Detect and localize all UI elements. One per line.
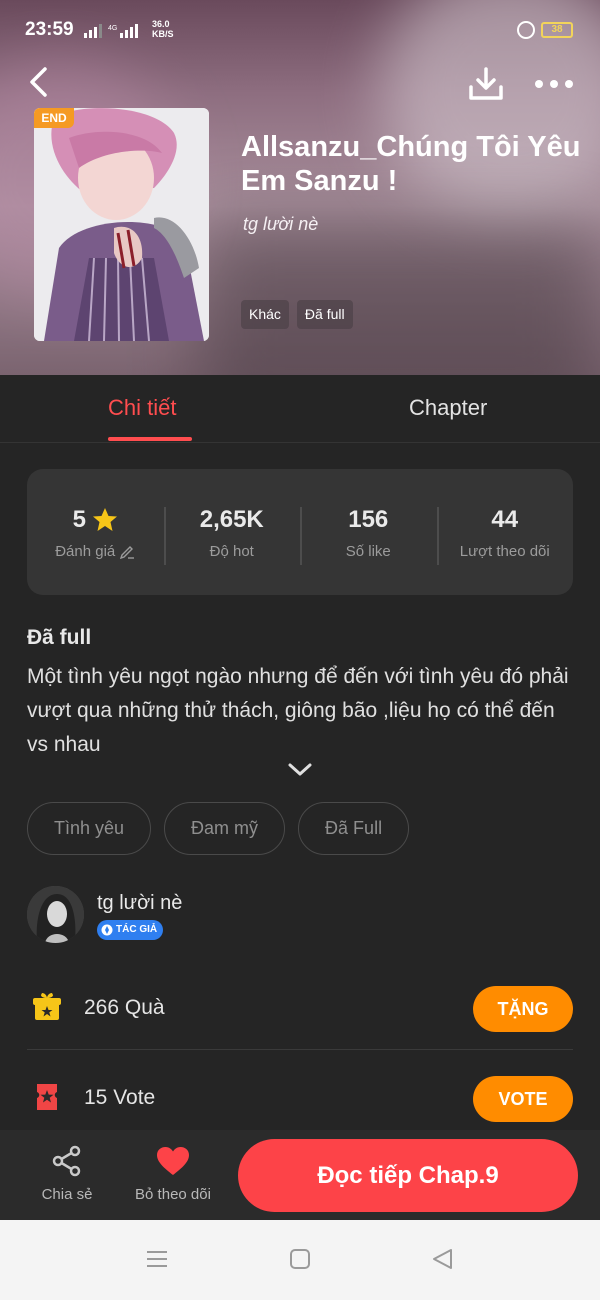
menu-icon[interactable]	[146, 1248, 168, 1270]
genre-list: Tình yêu Đam mỹ Đã Full	[27, 802, 410, 855]
unfollow-button[interactable]: Bỏ theo dõi	[128, 1144, 218, 1203]
vote-ticket-icon	[37, 1084, 57, 1110]
hot-label: Độ hot	[209, 542, 254, 560]
back-triangle-icon[interactable]	[431, 1248, 453, 1270]
book-cover-image	[34, 108, 209, 341]
tab-detail[interactable]: Chi tiết	[108, 395, 176, 421]
star-icon	[92, 508, 117, 531]
genre-chip[interactable]: Tình yêu	[27, 802, 152, 855]
active-tab-indicator	[108, 437, 192, 441]
author-badge-icon	[101, 924, 113, 936]
likes-value: 156	[348, 505, 389, 533]
tag-chip[interactable]: Đã full	[296, 300, 353, 329]
stat-rating[interactable]: 5 Đánh giá	[27, 505, 164, 560]
heart-icon	[157, 1147, 189, 1175]
expand-description-button[interactable]	[287, 762, 313, 782]
signal-icon: 4G	[84, 24, 138, 38]
hero-header: 23:59 4G 36.0 KB/S 38 END Allsanzu_Chúng…	[0, 0, 600, 375]
bottom-action-bar: Chia sẻ Bỏ theo dõi Đọc tiếp Chap.9	[0, 1130, 600, 1220]
stat-followers: 44 Lượt theo dõi	[436, 505, 574, 565]
end-badge: END	[34, 108, 74, 128]
battery-indicator: 38	[541, 22, 573, 38]
stat-likes: 156 Số like	[300, 505, 437, 565]
back-button[interactable]	[20, 62, 56, 102]
vote-row: 15 Vote VOTE	[27, 1060, 573, 1140]
give-gift-button[interactable]: TẶNG	[473, 986, 573, 1032]
share-button[interactable]: Chia sẻ	[22, 1144, 112, 1203]
download-icon	[469, 67, 503, 100]
more-horizontal-icon	[535, 80, 573, 88]
genre-chip[interactable]: Đam mỹ	[164, 802, 286, 855]
edit-pencil-icon[interactable]	[119, 543, 135, 559]
gift-row: 266 Quà TẶNG	[27, 970, 573, 1050]
book-title: Allsanzu_Chúng Tôi Yêu Em Sanzu !	[241, 131, 581, 197]
rating-label: Đánh giá	[55, 542, 116, 560]
followers-value: 44	[491, 505, 519, 533]
book-detail-screen: 23:59 4G 36.0 KB/S 38 END Allsanzu_Chúng…	[0, 0, 600, 1300]
gift-icon	[33, 993, 61, 1020]
data-saver-icon	[517, 21, 535, 39]
book-author[interactable]: tg lười nè	[243, 214, 318, 235]
author-role-badge: TÁC GIẢ	[97, 920, 164, 940]
download-button[interactable]	[464, 64, 508, 104]
status-bar: 23:59 4G 36.0 KB/S 38	[0, 0, 600, 60]
genre-chip[interactable]: Đã Full	[298, 802, 410, 855]
likes-label: Số like	[345, 542, 391, 560]
gift-count: 266 Quà	[84, 996, 165, 1019]
tag-chip[interactable]: Khác	[241, 300, 289, 329]
book-description: Một tình yêu ngọt ngào nhưng để đến với …	[27, 665, 569, 756]
chevron-left-icon	[30, 67, 47, 97]
author-name[interactable]: tg lười nè	[97, 892, 182, 915]
more-options-button[interactable]	[530, 64, 578, 104]
rating-value: 5	[72, 505, 86, 533]
stats-card: 5 Đánh giá 2,65K Độ hot 156 Số like 44 L…	[27, 469, 573, 595]
share-icon	[52, 1145, 81, 1177]
unfollow-label: Bỏ theo dõi	[135, 1186, 211, 1203]
book-tags: Khác Đã full	[241, 300, 353, 329]
stat-hot: 2,65K Độ hot	[163, 505, 301, 565]
home-icon[interactable]	[289, 1248, 311, 1270]
completion-status: Đã full	[27, 626, 92, 649]
tab-chapter[interactable]: Chapter	[409, 395, 487, 421]
share-label: Chia sẻ	[41, 1186, 93, 1203]
chevron-down-icon	[288, 763, 312, 776]
hot-value: 2,65K	[199, 505, 264, 533]
system-navigation-bar	[0, 1220, 600, 1300]
continue-reading-button[interactable]: Đọc tiếp Chap.9	[238, 1139, 578, 1212]
vote-count: 15 Vote	[84, 1086, 156, 1109]
network-speed: 36.0 KB/S	[152, 19, 174, 39]
status-time: 23:59	[25, 19, 74, 40]
tab-bar: Chi tiết Chapter	[0, 375, 600, 443]
vote-button[interactable]: VOTE	[473, 1076, 573, 1122]
svg-text:4G: 4G	[108, 25, 117, 32]
author-avatar[interactable]	[27, 886, 84, 943]
followers-label: Lượt theo dõi	[459, 542, 550, 560]
